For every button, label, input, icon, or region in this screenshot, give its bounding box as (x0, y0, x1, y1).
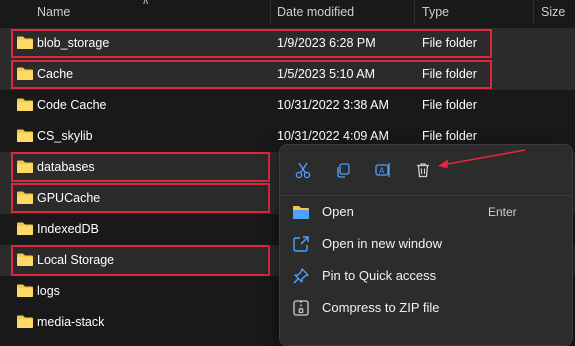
annotation-arrow (438, 149, 526, 169)
